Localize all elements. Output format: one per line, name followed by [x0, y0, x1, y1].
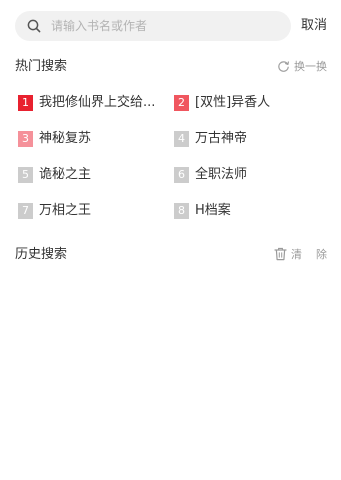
rank-badge: 2 [174, 95, 189, 111]
hot-item-label: [双性]异香人 [195, 95, 271, 110]
hot-item[interactable]: 4 万古神帝 [174, 129, 324, 149]
hot-search-header: 热门搜索 换一换 [15, 57, 327, 77]
hot-item[interactable]: 6 全职法师 [174, 165, 324, 185]
refresh-button[interactable]: 换一换 [277, 57, 327, 77]
hot-item-label: 万古神帝 [195, 131, 248, 146]
hot-item-label: 神秘复苏 [39, 131, 92, 146]
hot-item[interactable]: 8 H档案 [174, 201, 324, 221]
rank-badge: 8 [174, 203, 189, 219]
search-bar: 取消 [15, 11, 333, 41]
history-title: 历史搜索 [15, 247, 68, 262]
hot-item[interactable]: 3 神秘复苏 [18, 129, 168, 149]
hot-item[interactable]: 1 我把修仙界上交给... [18, 93, 168, 113]
refresh-label: 换一换 [294, 60, 327, 73]
rank-badge: 5 [18, 167, 33, 183]
search-input[interactable] [51, 11, 281, 41]
clear-label-part-1: 清 [291, 248, 302, 261]
rank-badge: 6 [174, 167, 189, 183]
trash-icon [274, 247, 287, 261]
clear-label-part-2: 除 [316, 248, 327, 261]
rank-badge: 4 [174, 131, 189, 147]
hot-item-label: H档案 [195, 203, 231, 218]
search-page: 取消 热门搜索 换一换 1 我把修仙界上交给... 2 [双性]异香人 3 神秘… [0, 0, 341, 480]
rank-badge: 7 [18, 203, 33, 219]
cancel-button[interactable]: 取消 [301, 11, 327, 41]
hot-item-label: 我把修仙界上交给... [39, 95, 156, 110]
refresh-icon [278, 60, 289, 72]
hot-search-title: 热门搜索 [15, 59, 68, 74]
hot-item[interactable]: 5 诡秘之主 [18, 165, 168, 185]
search-icon [27, 19, 41, 33]
history-header: 历史搜索 清除 [15, 245, 327, 265]
hot-item-label: 万相之王 [39, 203, 92, 218]
rank-badge: 3 [18, 131, 33, 147]
hot-item-label: 全职法师 [195, 167, 248, 182]
search-box[interactable] [15, 11, 291, 41]
clear-history-button[interactable]: 清除 [274, 245, 327, 265]
rank-badge: 1 [18, 95, 33, 111]
hot-item[interactable]: 2 [双性]异香人 [174, 93, 324, 113]
hot-item[interactable]: 7 万相之王 [18, 201, 168, 221]
hot-item-label: 诡秘之主 [39, 167, 92, 182]
